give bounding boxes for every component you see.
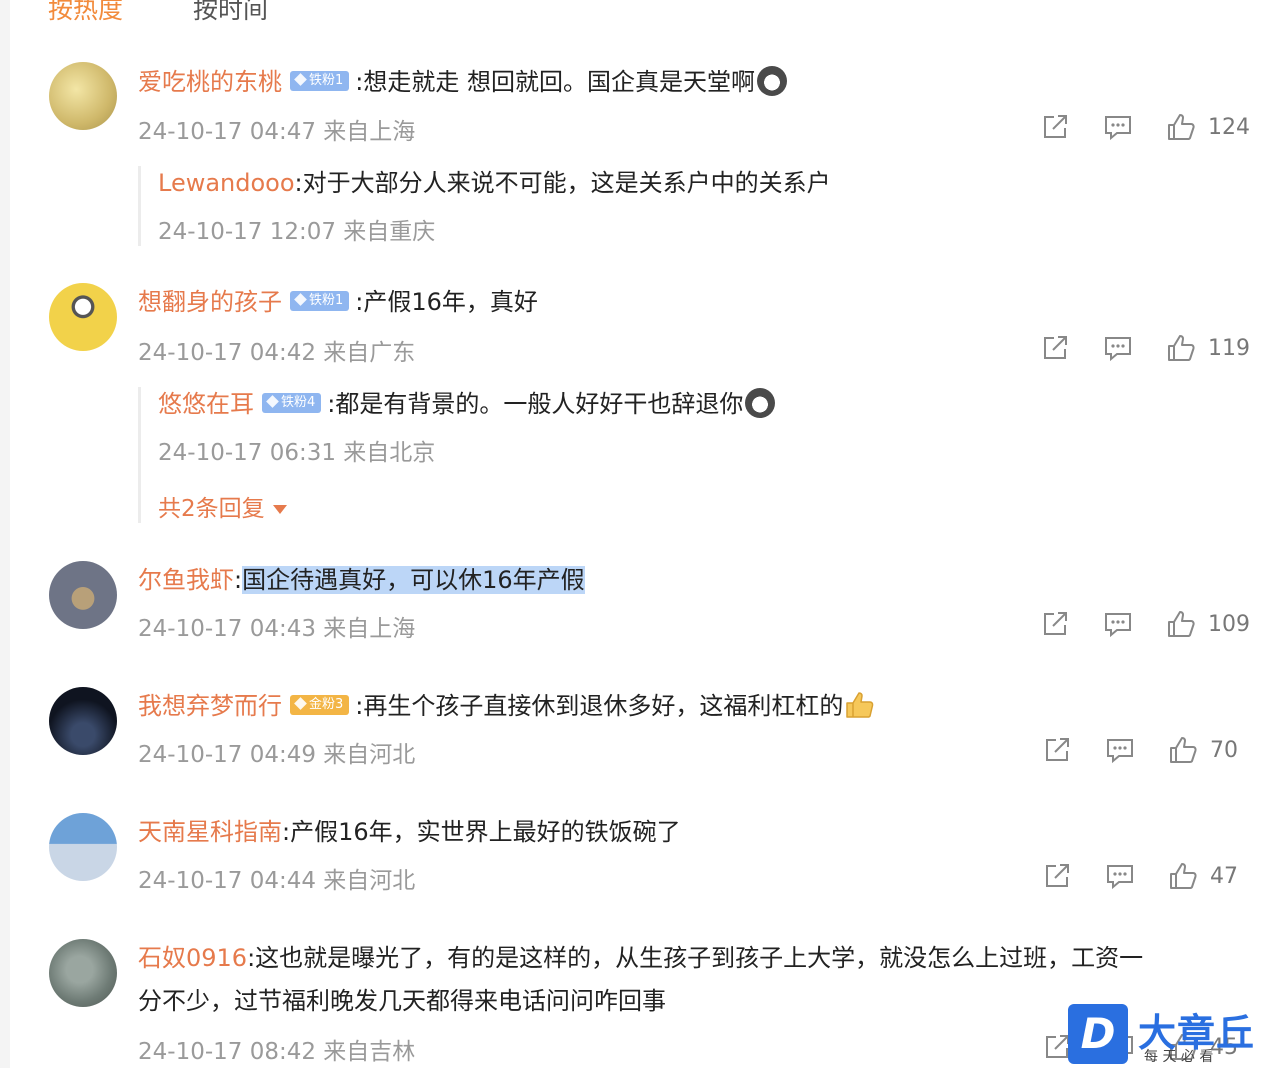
avatar[interactable]	[49, 687, 117, 755]
comment-icon[interactable]	[1103, 333, 1133, 363]
fan-badge-label: 铁粉1	[309, 293, 344, 308]
comment-line-2: 分不少，过节福利晚发几天都得来电话问问咋回事	[138, 984, 666, 1018]
watermark-logo: D	[1068, 1004, 1128, 1064]
like-count: 109	[1208, 611, 1250, 637]
comment-line: 尔鱼我虾:国企待遇真好，可以休16年产假	[138, 563, 585, 597]
tab-sort-hot[interactable]: 按热度	[48, 0, 123, 26]
like-count: 70	[1210, 737, 1238, 763]
reply-block: 悠悠在耳 铁粉4 :都是有背景的。一般人好好干也辞退你 24-10-17 06:31…	[138, 387, 1158, 523]
reply-username[interactable]: 悠悠在耳	[158, 390, 254, 418]
watermark: D 大章丘 每 天 必 看	[1068, 1002, 1268, 1068]
diamond-icon	[266, 395, 279, 408]
comment-line: 石奴0916:这也就是曝光了，有的是这样的，从生孩子到孩子上大学，就没怎么上过班…	[138, 941, 1143, 975]
like-icon[interactable]	[1166, 609, 1196, 639]
comment-meta: 24-10-17 04:49 来自河北	[138, 742, 416, 768]
fan-badge[interactable]: 铁粉1	[290, 71, 350, 91]
comment-actions: 109	[1007, 607, 1250, 641]
reply-line: Lewandooo:对于大部分人来说不可能，这是关系户中的关系户	[158, 166, 1158, 200]
comment-meta: 24-10-17 04:42 来自广东	[138, 340, 416, 366]
avatar[interactable]	[49, 283, 117, 351]
like-count: 47	[1210, 863, 1238, 889]
like-icon[interactable]	[1168, 861, 1198, 891]
comment-username[interactable]: 天南星科指南	[138, 818, 282, 846]
comment-username[interactable]: 尔鱼我虾	[138, 566, 234, 594]
avatar[interactable]	[49, 62, 117, 130]
comment-actions: 124	[1007, 110, 1250, 144]
diamond-icon	[294, 697, 307, 710]
comment-line: 爱吃桃的东桃 铁粉1 :想走就走 想回就回。国企真是天堂啊	[138, 65, 787, 99]
left-edge	[0, 0, 10, 1068]
avatar[interactable]	[49, 561, 117, 629]
comment-meta: 24-10-17 04:44 来自河北	[138, 868, 416, 894]
share-icon[interactable]	[1042, 861, 1072, 891]
share-icon[interactable]	[1040, 609, 1070, 639]
fan-badge-label: 金粉3	[309, 697, 344, 712]
comment-actions: 119	[1007, 331, 1250, 365]
caret-down-icon	[272, 505, 287, 514]
reply-block: Lewandooo:对于大部分人来说不可能，这是关系户中的关系户 24-10-1…	[138, 166, 1158, 246]
share-icon[interactable]	[1040, 333, 1070, 363]
share-icon[interactable]	[1040, 112, 1070, 142]
comment-username[interactable]: 爱吃桃的东桃	[138, 68, 282, 96]
comment-text-selected: 国企待遇真好，可以休16年产假	[242, 566, 585, 594]
avatar[interactable]	[49, 939, 117, 1007]
comment-meta: 24-10-17 04:43 来自上海	[138, 616, 416, 642]
comment-icon[interactable]	[1105, 861, 1135, 891]
comment-icon[interactable]	[1103, 609, 1133, 639]
husky-emoji-icon	[757, 66, 787, 96]
like-icon[interactable]	[1168, 735, 1198, 765]
tab-sort-time[interactable]: 按时间	[193, 0, 268, 26]
reply-meta: 24-10-17 12:07 来自重庆	[158, 219, 436, 245]
reply-line: 悠悠在耳 铁粉4 :都是有背景的。一般人好好干也辞退你	[158, 387, 1158, 421]
comment-icon[interactable]	[1105, 735, 1135, 765]
more-replies-link[interactable]: 共2条回复	[158, 489, 1158, 523]
diamond-icon	[294, 73, 307, 86]
comment-actions: 70	[1009, 733, 1250, 767]
like-icon[interactable]	[1166, 112, 1196, 142]
reply-text: :对于大部分人来说不可能，这是关系户中的关系户	[294, 169, 831, 197]
like-count: 124	[1208, 114, 1250, 140]
fan-badge[interactable]: 铁粉4	[262, 393, 322, 413]
fan-badge-label: 铁粉1	[309, 73, 344, 88]
comment-meta: 24-10-17 08:42 来自吉林	[138, 1039, 416, 1065]
more-replies-label: 共2条回复	[158, 496, 265, 522]
comment-text: :产假16年，实世界上最好的铁饭碗了	[282, 818, 681, 846]
comment-icon[interactable]	[1103, 112, 1133, 142]
comment-text: :产假16年，真好	[355, 288, 538, 316]
watermark-slogan: 每 天 必 看	[1144, 1049, 1214, 1065]
comment-text-prefix: :	[234, 566, 243, 594]
fan-badge[interactable]: 铁粉1	[290, 291, 350, 311]
comment-actions: 47	[1009, 859, 1250, 893]
comment-line: 天南星科指南:产假16年，实世界上最好的铁饭碗了	[138, 815, 681, 849]
reply-text: :都是有背景的。一般人好好干也辞退你	[327, 390, 744, 418]
comment-username[interactable]: 石奴0916	[138, 944, 247, 972]
comment-meta: 24-10-17 04:47 来自上海	[138, 119, 416, 145]
avatar[interactable]	[49, 813, 117, 881]
reply-username[interactable]: Lewandooo	[158, 169, 295, 197]
thumbs-up-emoji-icon	[843, 690, 875, 720]
comment-text: :再生个孩子直接休到退休多好，这福利杠杠的	[355, 692, 844, 720]
share-icon[interactable]	[1042, 735, 1072, 765]
comment-username[interactable]: 想翻身的孩子	[138, 288, 282, 316]
fan-badge[interactable]: 金粉3	[290, 695, 350, 715]
comment-text: :想走就走 想回就回。国企真是天堂啊	[355, 68, 755, 96]
comment-username[interactable]: 我想弃梦而行	[138, 692, 282, 720]
husky-emoji-icon	[745, 388, 776, 418]
fan-badge-label: 铁粉4	[281, 395, 316, 410]
comment-line: 我想弃梦而行 金粉3 :再生个孩子直接休到退休多好，这福利杠杠的	[138, 689, 875, 723]
comment-text: :这也就是曝光了，有的是这样的，从生孩子到孩子上大学，就没怎么上过班，工资一	[247, 944, 1144, 972]
comment-text-continued: 分不少，过节福利晚发几天都得来电话问问咋回事	[138, 987, 666, 1015]
comment-line: 想翻身的孩子 铁粉1 :产假16年，真好	[138, 285, 538, 319]
reply-meta: 24-10-17 06:31 来自北京	[158, 440, 436, 466]
like-icon[interactable]	[1166, 333, 1196, 363]
like-count: 119	[1208, 335, 1250, 361]
diamond-icon	[294, 293, 307, 306]
